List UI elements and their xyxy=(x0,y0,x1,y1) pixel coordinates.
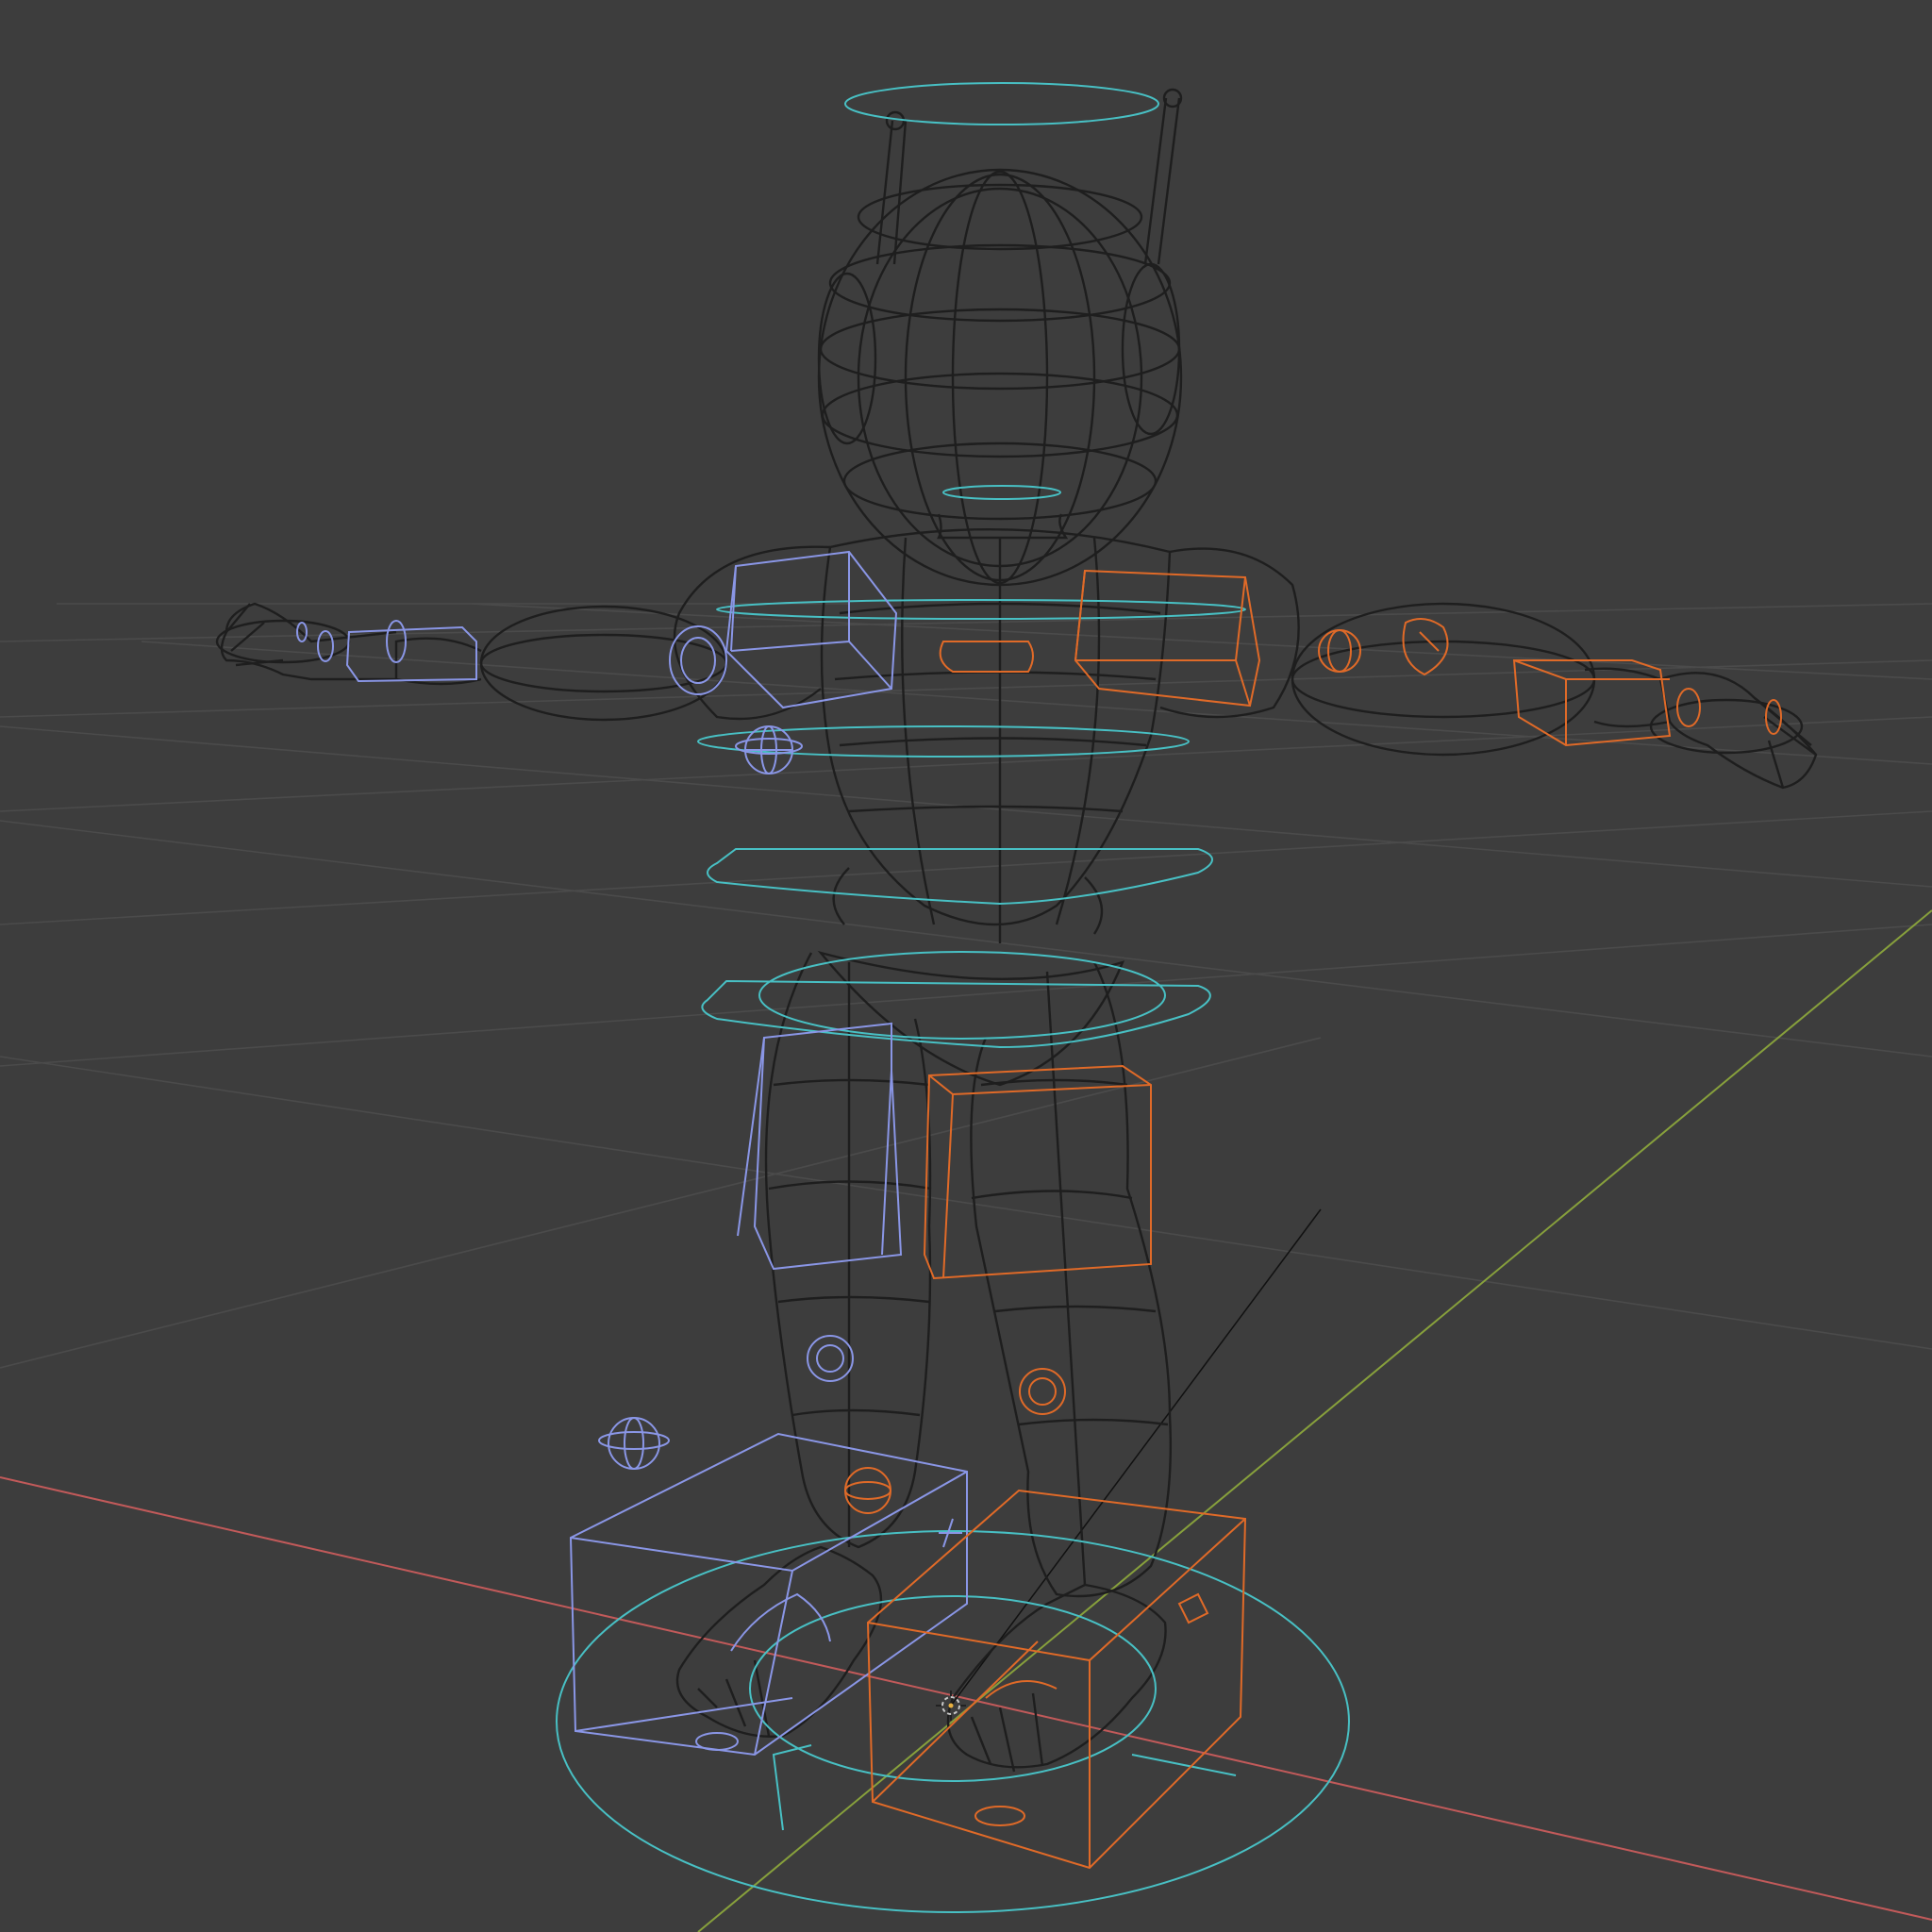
thigh-box-right xyxy=(923,1064,1152,1280)
character-mesh[interactable] xyxy=(215,88,1818,1773)
knee-pole-left xyxy=(807,1335,854,1382)
leg-mesh-right xyxy=(970,961,1173,1598)
antenna-right xyxy=(1143,97,1181,265)
head-top-control xyxy=(844,82,1159,125)
foot-ik-box-left xyxy=(569,1432,968,1757)
z-guide-line xyxy=(950,1208,1322,1707)
shoulder-fk-box-left xyxy=(724,550,898,709)
thigh-box-left xyxy=(753,1022,903,1271)
viewport-canvas[interactable] xyxy=(0,0,1932,1932)
knee-pole-right xyxy=(1019,1368,1066,1415)
root-control-inner xyxy=(749,1595,1157,1782)
rig-controls-left[interactable] xyxy=(296,550,968,1757)
ear-mesh-right xyxy=(1121,262,1181,436)
floor-grid xyxy=(0,603,1932,1369)
foot-ik-box-right xyxy=(866,1489,1247,1870)
3d-viewport[interactable] xyxy=(0,0,1932,1932)
elbow-control-right xyxy=(1402,618,1449,676)
